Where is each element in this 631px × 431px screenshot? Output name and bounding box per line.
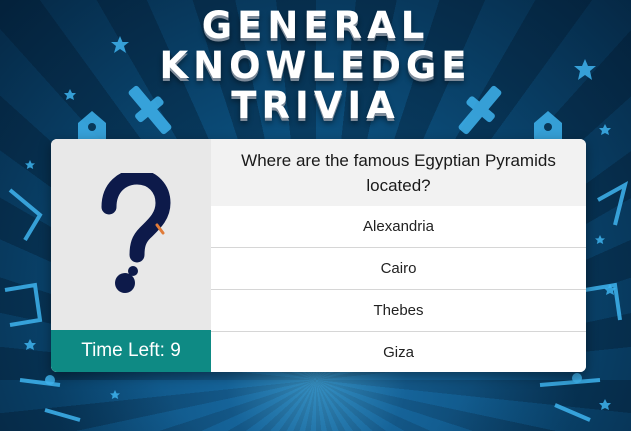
title-line-2: KNOWLEDGE: [159, 44, 472, 87]
question-text: Where are the famous Egyptian Pyramids l…: [211, 139, 586, 206]
question-panel: Where are the famous Egyptian Pyramids l…: [211, 139, 586, 372]
answer-list: Alexandria Cairo Thebes Giza: [211, 206, 586, 372]
image-panel: Time Left: 9: [51, 139, 211, 372]
time-left-label: Time Left: 9: [51, 330, 211, 372]
title-line-3: TRIVIA: [231, 84, 400, 127]
question-mark-icon: [101, 173, 171, 293]
answer-option-1[interactable]: Alexandria: [211, 206, 586, 247]
answer-option-4[interactable]: Giza: [211, 331, 586, 372]
answer-option-2[interactable]: Cairo: [211, 247, 586, 289]
answer-option-3[interactable]: Thebes: [211, 289, 586, 331]
trivia-card: Time Left: 9 Where are the famous Egypti…: [51, 139, 586, 372]
title-line-1: GENERAL: [201, 4, 430, 47]
game-title: GENERAL KNOWLEDGE TRIVIA: [0, 6, 631, 126]
